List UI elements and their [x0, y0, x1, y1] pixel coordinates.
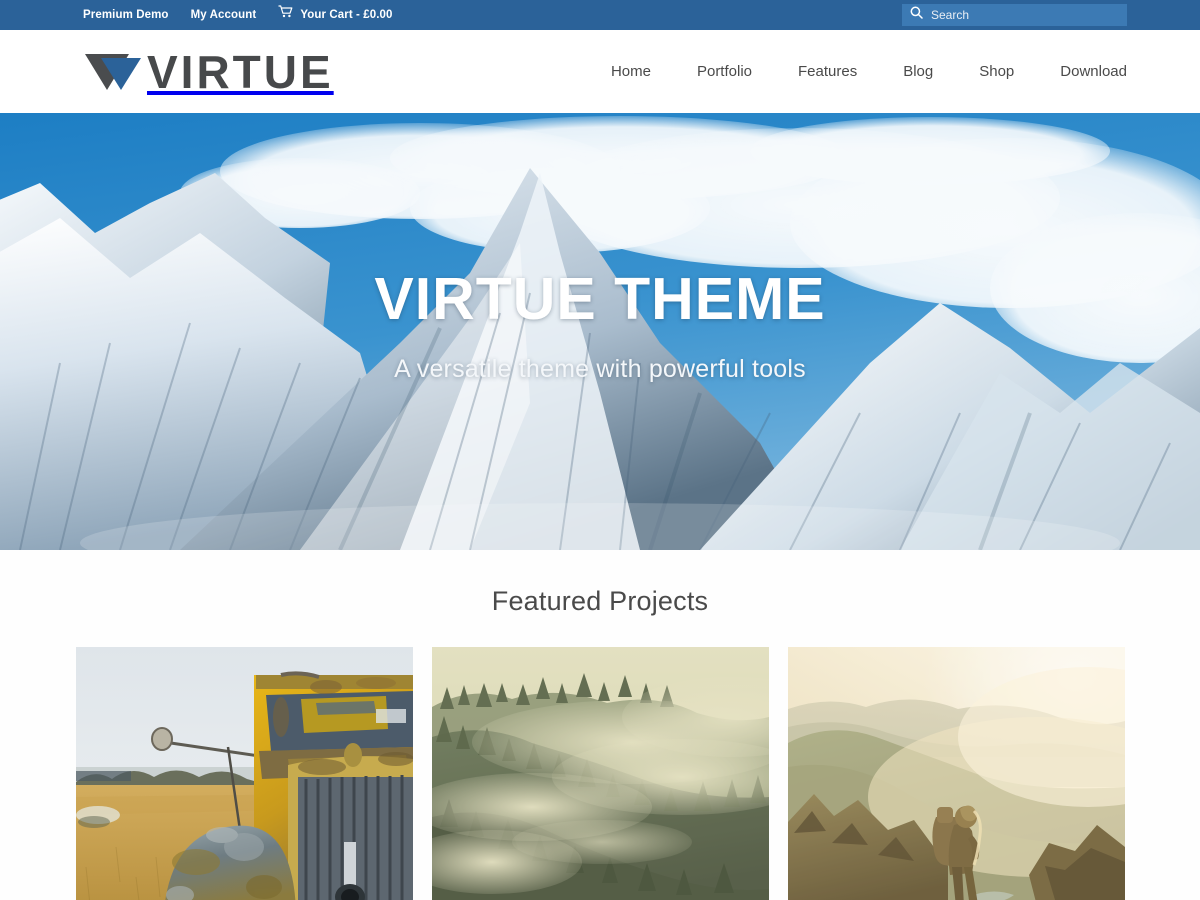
featured-projects-section: Featured Projects — [0, 550, 1200, 900]
logo-text: VIRTUE — [147, 45, 334, 98]
cart-icon — [278, 0, 293, 30]
project-card-1[interactable] — [75, 647, 413, 900]
nav-item-shop[interactable]: Shop — [956, 63, 1037, 80]
main-navigation: Home Portfolio Features Blog Shop Downlo… — [588, 63, 1127, 80]
project-card-3[interactable] — [787, 647, 1125, 900]
topbar-links: Premium Demo My Account Your Cart - £0.0… — [0, 0, 393, 30]
project-card-2[interactable] — [431, 647, 769, 900]
site-header: VIRTUE Home Portfolio Features Blog Shop… — [0, 30, 1200, 113]
hero-mountain-image — [0, 113, 1200, 550]
search-input[interactable] — [931, 4, 1119, 26]
nav-item-features[interactable]: Features — [775, 63, 880, 80]
nav-item-home[interactable]: Home — [588, 63, 674, 80]
hero-banner[interactable]: VIRTUE THEME A versatile theme with powe… — [0, 113, 1200, 550]
featured-projects-grid — [0, 647, 1200, 900]
nav-item-blog[interactable]: Blog — [880, 63, 956, 80]
topbar-link-premium-demo[interactable]: Premium Demo — [83, 0, 169, 30]
topbar-link-my-account[interactable]: My Account — [191, 0, 257, 30]
featured-projects-title: Featured Projects — [491, 586, 709, 616]
project-image-hiker — [787, 647, 1125, 900]
search-icon — [910, 6, 923, 24]
nav-item-download[interactable]: Download — [1037, 63, 1127, 80]
project-image-truck — [75, 647, 413, 900]
nav-item-portfolio[interactable]: Portfolio — [674, 63, 775, 80]
topbar-link-cart[interactable]: Your Cart - £0.00 — [278, 0, 392, 30]
project-image-forest — [431, 647, 769, 900]
site-logo[interactable]: VIRTUE — [83, 46, 334, 97]
logo-triangle-icon — [83, 46, 145, 97]
search-box[interactable] — [902, 4, 1127, 26]
cart-label: Your Cart - £0.00 — [300, 9, 393, 21]
top-utility-bar: Premium Demo My Account Your Cart - £0.0… — [0, 0, 1200, 30]
